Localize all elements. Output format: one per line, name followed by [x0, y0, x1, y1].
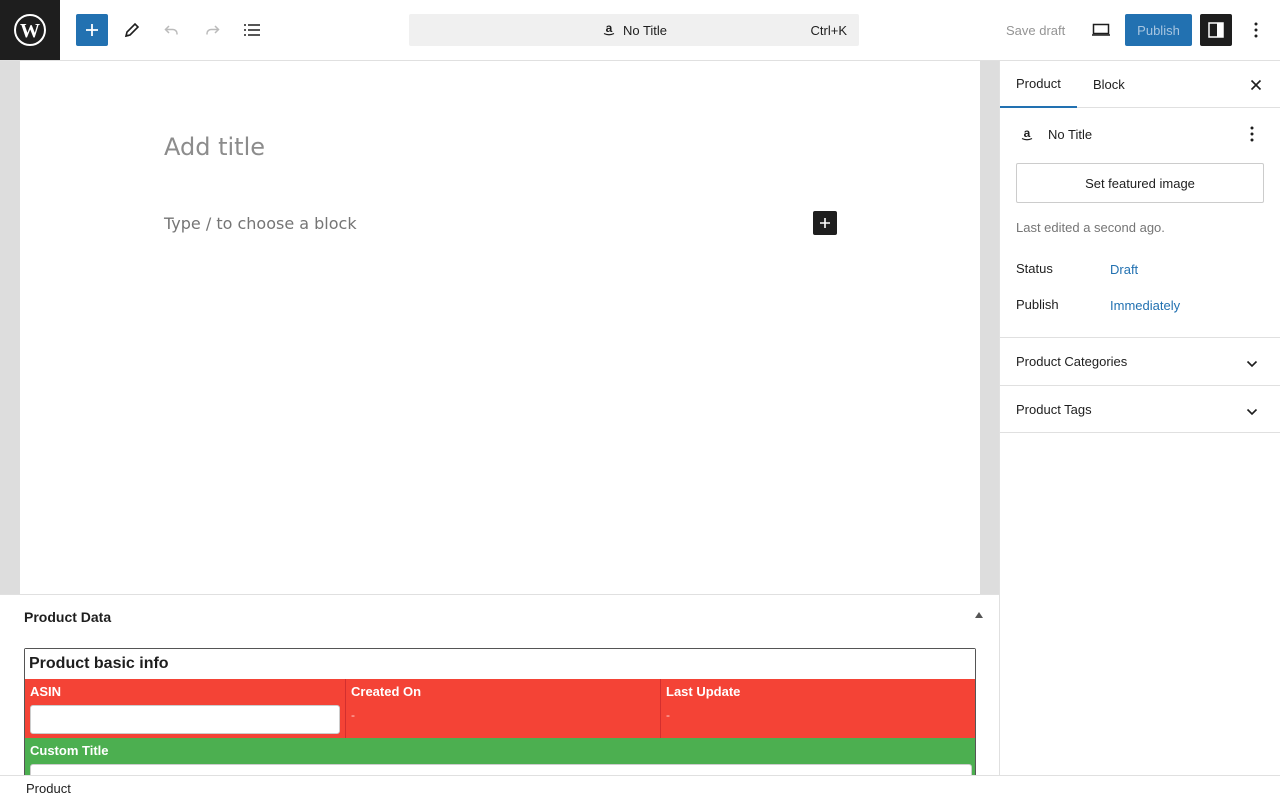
- close-icon[interactable]: [1244, 73, 1268, 97]
- publish-label: Publish: [1016, 297, 1059, 312]
- chevron-down-icon: [1246, 356, 1258, 371]
- last-update-label: Last Update: [666, 684, 741, 699]
- panel-label: Product Tags: [1016, 401, 1092, 417]
- status-value-link[interactable]: Draft: [1110, 262, 1138, 277]
- asin-cell: ASIN: [25, 679, 346, 738]
- command-shortcut: Ctrl+K: [810, 23, 847, 38]
- redo-icon[interactable]: [196, 14, 228, 46]
- last-update-value: -: [666, 708, 670, 722]
- custom-title-input[interactable]: [30, 764, 972, 775]
- created-on-cell: Created On -: [346, 679, 661, 738]
- document-overview-icon[interactable]: [236, 14, 268, 46]
- set-featured-image-button[interactable]: Set featured image: [1016, 163, 1264, 203]
- sidebar-tabs: Product Block: [1000, 61, 1280, 108]
- panel-product-tags[interactable]: Product Tags: [1000, 385, 1280, 433]
- command-bar-title-wrap: a No Title: [409, 14, 859, 46]
- block-breadcrumb: Product: [0, 775, 1280, 800]
- post-actions-icon[interactable]: [1240, 122, 1264, 146]
- svg-text:a: a: [606, 21, 613, 35]
- asin-input[interactable]: [30, 705, 340, 734]
- svg-text:a: a: [1024, 126, 1031, 140]
- tools-pen-icon[interactable]: [116, 14, 148, 46]
- save-draft-button[interactable]: Save draft: [996, 14, 1075, 46]
- post-card: a No Title: [1000, 108, 1280, 160]
- metabox-header[interactable]: Product Data: [0, 595, 999, 639]
- settings-sidebar: Product Block a No Title Set featured im…: [999, 61, 1280, 775]
- custom-title-label: Custom Title: [30, 743, 109, 758]
- command-bar-title: No Title: [622, 22, 668, 38]
- command-palette-bar[interactable]: a No Title Ctrl+K: [409, 14, 859, 46]
- product-basic-info-table: Product basic info ASIN Created On - Las…: [24, 648, 976, 775]
- panel-label: Product Categories: [1016, 354, 1128, 369]
- post-title-input[interactable]: Add title: [164, 133, 265, 161]
- chevron-down-icon: [1246, 404, 1258, 419]
- editor-toolbar: W a No Title Ctrl+K Save draft Publish: [0, 0, 1280, 61]
- custom-title-row: Custom Title: [25, 738, 975, 775]
- block-inserter-button[interactable]: [76, 14, 108, 46]
- metabox-title: Product Data: [24, 609, 112, 625]
- basic-info-row: ASIN Created On - Last Update -: [25, 679, 975, 738]
- wordpress-logo-icon[interactable]: W: [0, 0, 60, 60]
- settings-sidebar-icon[interactable]: [1200, 14, 1232, 46]
- tab-block[interactable]: Block: [1077, 61, 1141, 108]
- editor-canvas-wrapper: Add title Type / to choose a block: [0, 61, 999, 594]
- add-block-button[interactable]: [813, 211, 837, 235]
- amazon-icon: a: [1017, 124, 1037, 144]
- preview-desktop-icon[interactable]: [1085, 14, 1117, 46]
- collapse-arrow-icon[interactable]: [975, 612, 983, 618]
- publish-value-link[interactable]: Immediately: [1110, 298, 1180, 313]
- tab-product[interactable]: Product: [1000, 61, 1077, 108]
- panel-product-categories[interactable]: Product Categories: [1000, 337, 1280, 385]
- created-on-value: -: [351, 708, 355, 722]
- product-data-metabox: Product Data Product basic info ASIN Cre…: [0, 594, 999, 775]
- status-label: Status: [1016, 261, 1053, 276]
- more-options-icon[interactable]: [1240, 14, 1272, 46]
- publish-button[interactable]: Publish: [1125, 14, 1192, 46]
- svg-text:W: W: [20, 20, 40, 42]
- asin-label: ASIN: [30, 684, 62, 699]
- section-title: Product basic info: [25, 649, 975, 679]
- editor-canvas[interactable]: Add title Type / to choose a block: [20, 61, 980, 594]
- amazon-icon: a: [601, 21, 617, 40]
- block-placeholder-paragraph[interactable]: Type / to choose a block: [164, 214, 357, 233]
- undo-icon[interactable]: [156, 14, 188, 46]
- post-card-title: No Title: [1048, 127, 1093, 142]
- breadcrumb-item[interactable]: Product: [26, 781, 71, 796]
- created-on-label: Created On: [351, 684, 422, 699]
- last-update-cell: Last Update -: [661, 679, 975, 738]
- last-edited-text: Last edited a second ago.: [1016, 220, 1165, 235]
